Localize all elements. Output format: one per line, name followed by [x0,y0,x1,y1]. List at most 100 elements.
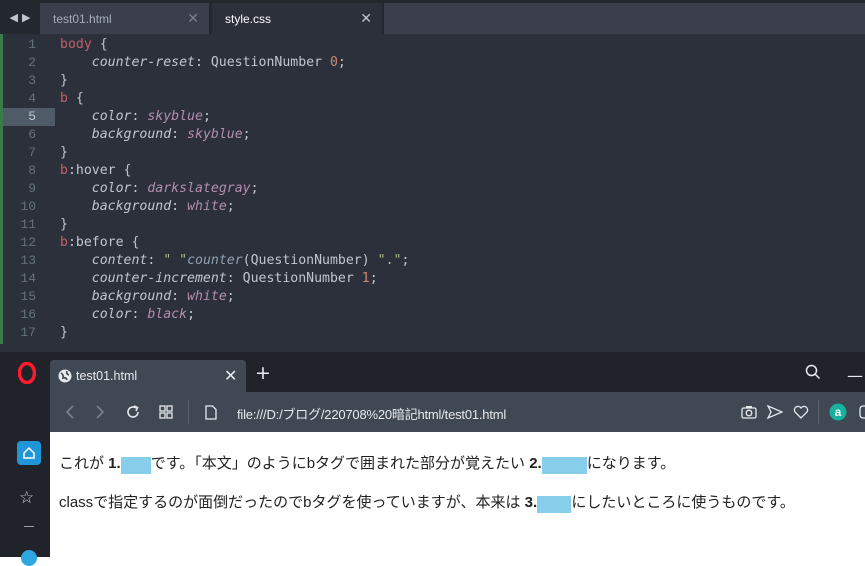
star-icon[interactable]: ☆ [19,488,34,508]
page-icon[interactable] [202,392,220,432]
code-line[interactable]: 15 background: white; [0,288,865,306]
code-line[interactable]: 13 content: " "counter(QuestionNumber) "… [0,252,865,270]
tab-bar-filler [384,3,865,34]
code-text: background: white; [60,288,235,306]
code-text: color: black; [60,306,195,324]
opera-logo-icon[interactable] [18,362,36,384]
forward-icon[interactable] [90,392,110,432]
code-token: b [60,163,68,178]
code-line[interactable]: 12 b:before { [0,234,865,252]
code-text: background: skyblue; [60,126,251,144]
code-line[interactable]: 5 color: skyblue; [0,108,865,126]
arrow-left-icon[interactable]: ◀ [10,11,18,24]
code-token: counter-increment [91,271,227,286]
address-bar[interactable]: file:///D:/ブログ/220708%20暗記html/test01.ht… [237,404,506,423]
code-line[interactable]: 17} [0,324,865,342]
code-token: 1 [361,271,370,286]
extension-icon[interactable] [856,392,865,432]
camera-icon[interactable] [739,392,759,432]
code-text: content: " "counter(QuestionNumber) "."; [60,252,410,270]
home-icon[interactable] [17,441,41,465]
code-line[interactable]: 7} [0,144,865,162]
tab-test01-html[interactable]: test01.html ✕ [40,3,210,34]
code-token: background [91,127,172,142]
answer-blank[interactable]: 部分が [541,457,587,474]
text: です。「本文」のようにbタグで囲まれた部分が覚えたい [150,455,530,472]
code-token: : [171,199,188,214]
code-token: b [60,235,68,250]
line-number: 4 [28,91,36,106]
question-number: 3. [524,494,538,511]
code-token: ; [369,271,378,286]
close-icon[interactable]: ✕ [187,10,199,27]
question-number: 2. [529,455,542,472]
line-number: 6 [28,127,36,142]
code-line[interactable]: 9 color: darkslategray; [0,180,865,198]
sidebar-divider [24,526,34,527]
tab-style-css[interactable]: style.css ✕ [212,3,382,34]
toolbar-divider [818,400,819,424]
reload-icon[interactable] [122,392,144,432]
code-line[interactable]: 4 b { [0,90,865,108]
code-line[interactable]: 2 counter-reset: QuestionNumber 0; [0,54,865,72]
text: これが [59,455,109,472]
code-token: ; [401,253,410,268]
code-token: content [91,253,148,268]
code-line[interactable]: 14 counter-increment: QuestionNumber 1; [0,270,865,288]
messenger-icon[interactable] [21,550,37,566]
code-line[interactable]: 16 color: black; [0,306,865,324]
code-token: ; [226,199,235,214]
code-token: ; [242,127,251,142]
minimize-icon[interactable]: — [847,366,863,385]
globe-icon [58,369,72,383]
text: にしたいところに使うものです。 [571,494,795,511]
code-token: ; [226,289,235,304]
answer-blank[interactable]: class [537,496,572,513]
tabs-grid-icon[interactable] [155,392,177,432]
code-line[interactable]: 1 body { [0,36,865,54]
code-text: counter-increment: QuestionNumber 1; [60,270,378,288]
tab-label: test01.html [53,12,112,26]
code-line[interactable]: 6 background: skyblue; [0,126,865,144]
send-icon[interactable] [765,392,785,432]
code-area[interactable]: 1 body {2 counter-reset: QuestionNumber 0… [0,36,865,342]
code-text: color: darkslategray; [60,180,259,198]
tab-nav-arrows[interactable]: ◀ ▶ [0,0,40,34]
text: になります。 [586,455,676,472]
close-icon[interactable]: ✕ [360,10,372,27]
new-tab-icon[interactable]: + [255,364,271,383]
search-icon[interactable] [805,364,821,380]
line-number: 8 [28,163,36,178]
line-number: 9 [28,181,36,196]
code-token: { [67,91,84,106]
code-text: } [60,216,68,234]
line-number: 12 [20,235,36,250]
arrow-right-icon[interactable]: ▶ [22,11,30,24]
code-text: body { [60,36,108,54]
code-line[interactable]: 10 background: white; [0,198,865,216]
back-icon[interactable] [60,392,80,432]
code-line[interactable]: 3} [0,72,865,90]
code-token: } [60,325,68,340]
code-token: } [60,217,68,232]
close-icon[interactable]: ✕ [224,366,237,385]
code-line[interactable]: 8 b:hover { [0,162,865,180]
browser-tab[interactable]: test01.html ✕ [50,360,246,392]
code-token: : [171,289,188,304]
line-number: 5 [28,109,36,124]
line-number: 16 [20,307,36,322]
code-editor: ◀ ▶ test01.html ✕ style.css ✕ 1 body {2 c… [0,0,865,352]
extension-icon[interactable]: a [828,392,848,432]
heart-icon[interactable] [791,392,811,432]
answer-blank[interactable]: 本文 [120,457,151,474]
code-line[interactable]: 11} [0,216,865,234]
line-number: 11 [20,217,36,232]
